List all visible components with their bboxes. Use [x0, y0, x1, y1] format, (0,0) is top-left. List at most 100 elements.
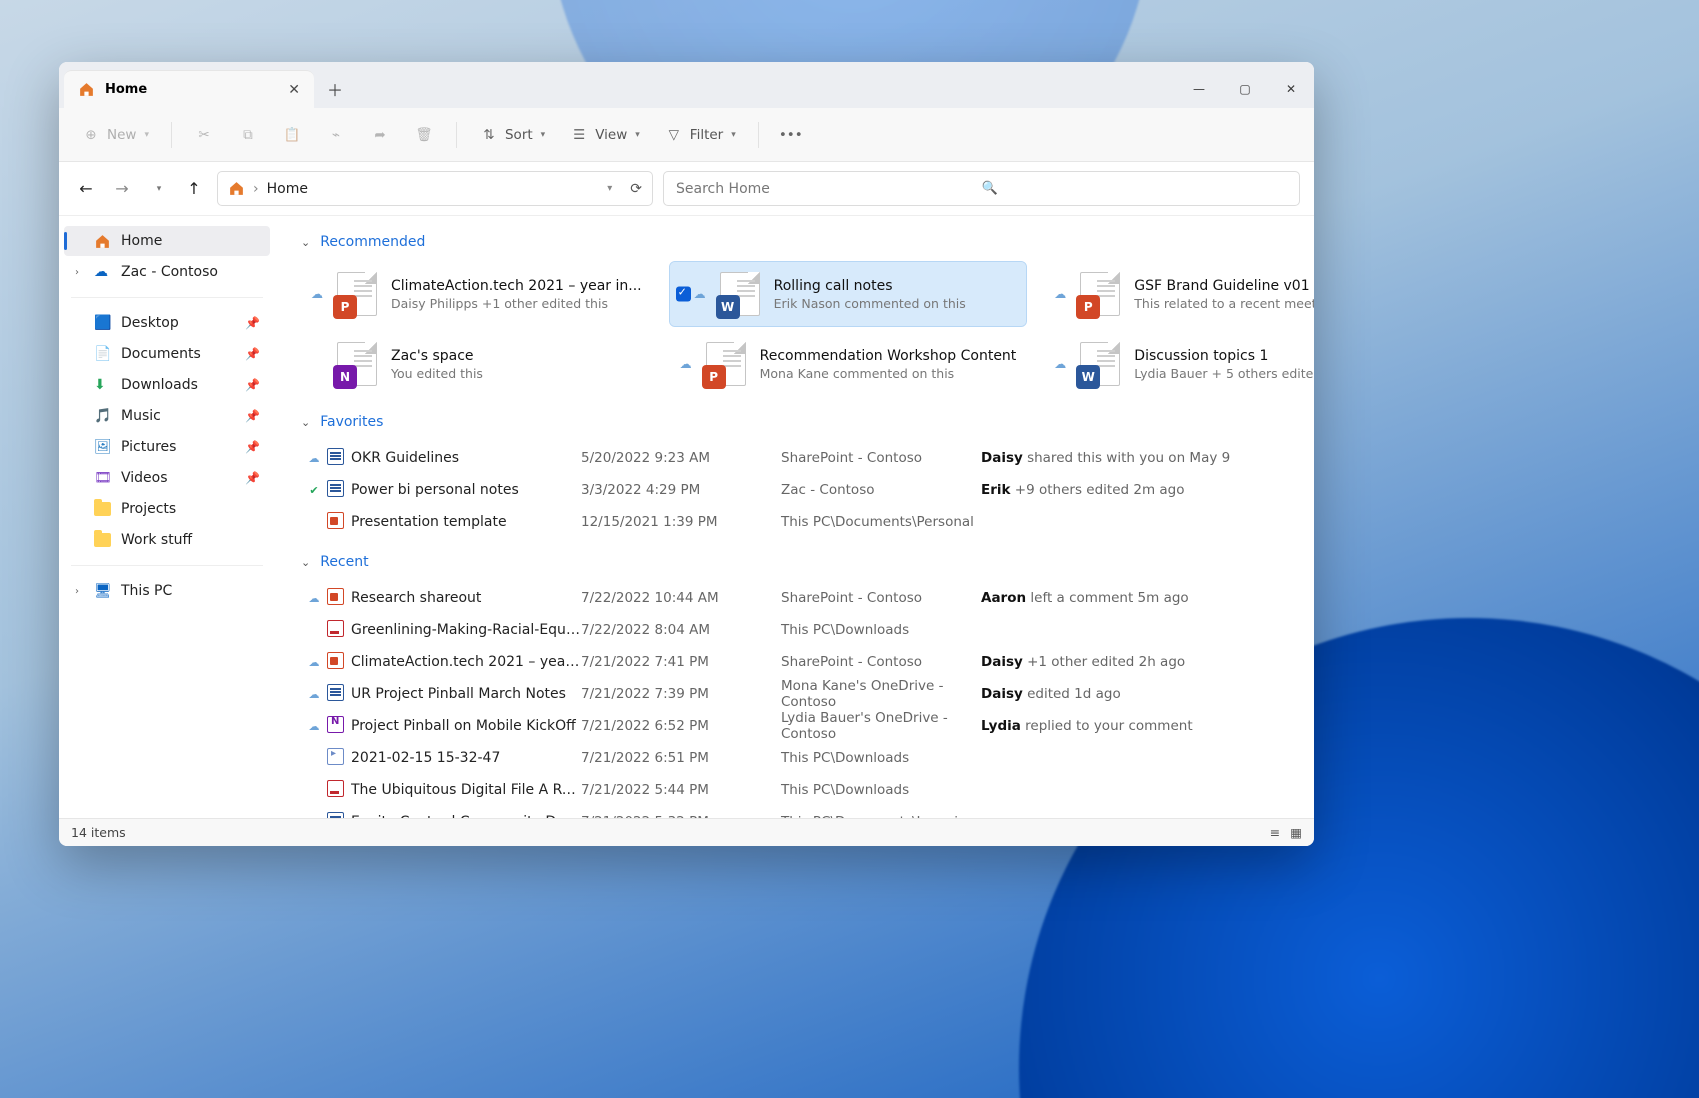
sidebar-item-label: Projects	[121, 501, 176, 517]
search-placeholder: Search Home	[676, 181, 982, 197]
chevron-right-icon[interactable]: ›	[75, 586, 79, 597]
chevron-down-icon[interactable]: ▾	[607, 183, 612, 194]
file-name: Research shareout	[351, 590, 581, 606]
cut-icon: ✂	[194, 125, 214, 145]
sidebar-item-thispc[interactable]: › 🖥 This PC	[64, 576, 270, 606]
nav-recent-button[interactable]: ▾	[145, 176, 171, 202]
file-location: This PC\Downloads	[781, 750, 981, 766]
recommended-card[interactable]: N Zac's space You edited this	[301, 332, 652, 396]
file-type-icon	[327, 620, 344, 637]
file-row[interactable]: Presentation template 12/15/2021 1:39 PM…	[301, 506, 1296, 538]
file-location: Lydia Bauer's OneDrive - Contoso	[781, 710, 981, 742]
recommended-card[interactable]: ☁ P ClimateAction.tech 2021 – year in...…	[301, 262, 652, 326]
chevron-down-icon: ▾	[731, 130, 736, 140]
file-row[interactable]: 2021-02-15 15-32-47 7/21/2022 6:51 PM Th…	[301, 742, 1296, 774]
delete-button[interactable]: 🗑	[406, 120, 442, 150]
details-view-button[interactable]: ≡	[1270, 825, 1280, 840]
sidebar-thispc-label: This PC	[121, 583, 172, 599]
sidebar-item-onedrive[interactable]: › ☁ Zac - Contoso	[64, 257, 270, 287]
cut-button[interactable]: ✂	[186, 120, 222, 150]
sidebar-item-videos[interactable]: 🎞 Videos 📌	[64, 463, 270, 493]
recommended-card[interactable]: ☁ W Discussion topics 1 Lydia Bauer + 5 …	[1044, 332, 1314, 396]
share-button[interactable]: ➦	[362, 120, 398, 150]
sidebar-item-pictures[interactable]: 🖼 Pictures 📌	[64, 432, 270, 462]
copy-button[interactable]: ⧉	[230, 120, 266, 150]
sidebar-item-desktop[interactable]: 🟦 Desktop 📌	[64, 308, 270, 338]
chevron-right-icon: ›	[253, 181, 259, 197]
section-header-recommended[interactable]: ⌄ Recommended	[301, 234, 1296, 250]
sidebar-item-downloads[interactable]: ⬇ Downloads 📌	[64, 370, 270, 400]
separator	[456, 122, 457, 148]
nav-forward-button[interactable]: →	[109, 176, 135, 202]
tab-close-button[interactable]: ✕	[288, 82, 300, 98]
new-tab-button[interactable]: ＋	[314, 70, 356, 108]
file-row[interactable]: ☁ UR Project Pinball March Notes 7/21/20…	[301, 678, 1296, 710]
file-row[interactable]: ✔ Power bi personal notes 3/3/2022 4:29 …	[301, 474, 1296, 506]
tab-home[interactable]: Home ✕	[64, 70, 314, 108]
folder-icon: 🎵	[94, 408, 111, 425]
cloud-icon: ☁	[309, 688, 320, 701]
main-content: ⌄ Recommended ☁ P ClimateAction.tech 202…	[281, 216, 1314, 818]
more-button[interactable]: •••	[773, 120, 809, 150]
cloud-icon: ☁	[1054, 287, 1066, 301]
file-type-icon	[327, 480, 344, 497]
nav-up-button[interactable]: ↑	[181, 176, 207, 202]
file-row[interactable]: ☁ OKR Guidelines 5/20/2022 9:23 AM Share…	[301, 442, 1296, 474]
folder-icon: ⬇	[94, 377, 111, 394]
file-date: 7/21/2022 7:39 PM	[581, 686, 781, 702]
search-input[interactable]: Search Home 🔍	[663, 171, 1300, 206]
card-title: Recommendation Workshop Content	[760, 348, 1017, 364]
minimize-button[interactable]: —	[1176, 70, 1222, 108]
address-bar[interactable]: › Home ▾ ⟳	[217, 171, 653, 206]
sidebar-item-home[interactable]: Home	[64, 226, 270, 256]
section-header-recent[interactable]: ⌄ Recent	[301, 554, 1296, 570]
rename-button[interactable]: ⌁	[318, 120, 354, 150]
separator	[758, 122, 759, 148]
file-name: Power bi personal notes	[351, 482, 581, 498]
sort-icon: ⇅	[479, 125, 499, 145]
file-activity: Lydia replied to your comment	[981, 718, 1296, 734]
view-button[interactable]: ☰ View ▾	[561, 120, 648, 150]
recommended-card[interactable]: ☁ W Rolling call notes Erik Nason commen…	[670, 262, 1027, 326]
section-header-favorites[interactable]: ⌄ Favorites	[301, 414, 1296, 430]
sidebar-item-documents[interactable]: 📄 Documents 📌	[64, 339, 270, 369]
chevron-down-icon: ⌄	[301, 556, 310, 569]
file-row[interactable]: Greenlining-Making-Racial-Equity-Rea... …	[301, 614, 1296, 646]
sidebar-item-work stuff[interactable]: Work stuff	[64, 525, 270, 555]
file-row[interactable]: Equity Centred Community Design 7/21/202…	[301, 806, 1296, 818]
sidebar-item-label: Pictures	[121, 439, 176, 455]
file-row[interactable]: ☁ ClimateAction.tech 2021 – year in revi…	[301, 646, 1296, 678]
close-button[interactable]: ✕	[1268, 70, 1314, 108]
file-row[interactable]: ☁ Research shareout 7/22/2022 10:44 AM S…	[301, 582, 1296, 614]
plus-circle-icon: ⊕	[81, 125, 101, 145]
sidebar-item-music[interactable]: 🎵 Music 📌	[64, 401, 270, 431]
sidebar-item-projects[interactable]: Projects	[64, 494, 270, 524]
checkbox-checked-icon[interactable]	[676, 287, 691, 302]
status-bar: 14 items ≡ ▦	[59, 818, 1314, 846]
filter-icon: ▽	[664, 125, 684, 145]
file-name: ClimateAction.tech 2021 – year in review	[351, 654, 581, 670]
file-date: 7/21/2022 5:44 PM	[581, 782, 781, 798]
file-row[interactable]: ☁ Project Pinball on Mobile KickOff 7/21…	[301, 710, 1296, 742]
paste-button[interactable]: 📋	[274, 120, 310, 150]
filter-button[interactable]: ▽ Filter ▾	[656, 120, 744, 150]
recommended-card[interactable]: ☁ P GSF Brand Guideline v01 This related…	[1044, 262, 1314, 326]
new-button[interactable]: ⊕ New ▾	[73, 120, 157, 150]
sort-button[interactable]: ⇅ Sort ▾	[471, 120, 553, 150]
refresh-button[interactable]: ⟳	[630, 181, 642, 197]
pin-icon: 📌	[245, 409, 260, 423]
tab-bar: Home ✕ ＋ — ▢ ✕	[59, 62, 1314, 108]
nav-back-button[interactable]: ←	[73, 176, 99, 202]
home-icon	[94, 233, 111, 250]
file-type-icon	[327, 812, 344, 819]
file-row[interactable]: The Ubiquitous Digital File A Review o..…	[301, 774, 1296, 806]
share-icon: ➦	[370, 125, 390, 145]
recommended-card[interactable]: ☁ P Recommendation Workshop Content Mona…	[670, 332, 1027, 396]
chevron-right-icon[interactable]: ›	[75, 267, 79, 278]
tab-title: Home	[105, 82, 147, 97]
file-date: 3/3/2022 4:29 PM	[581, 482, 781, 498]
pin-icon: 📌	[245, 316, 260, 330]
thumbnails-view-button[interactable]: ▦	[1290, 825, 1302, 840]
sidebar-item-label: Documents	[121, 346, 201, 362]
maximize-button[interactable]: ▢	[1222, 70, 1268, 108]
